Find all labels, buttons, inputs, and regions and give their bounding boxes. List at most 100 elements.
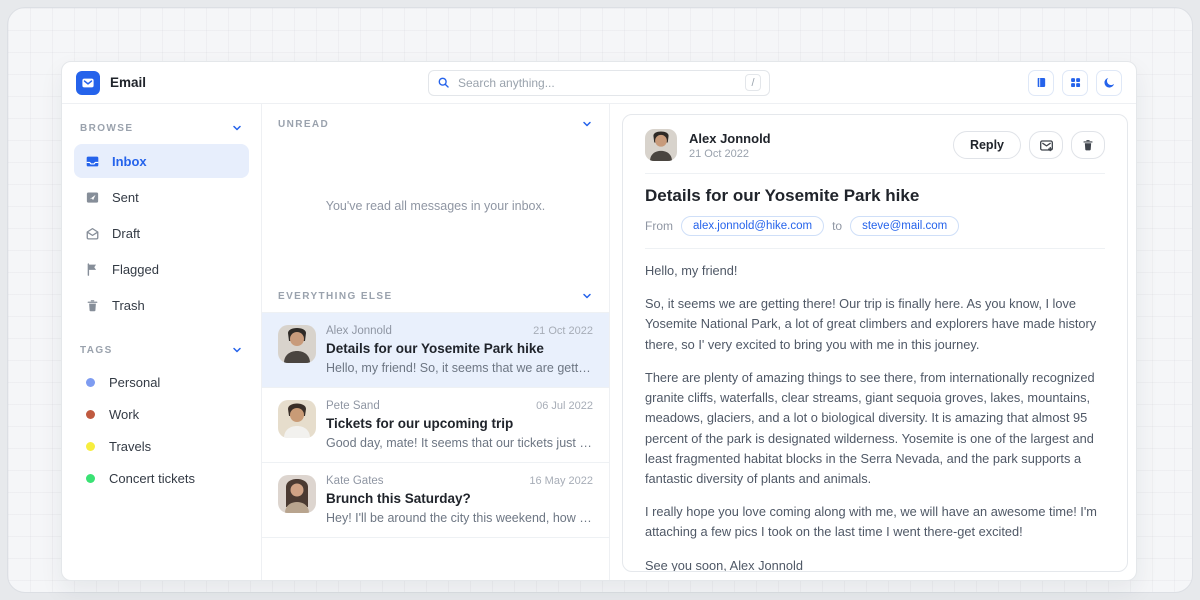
- delete-mail-button[interactable]: [1071, 131, 1105, 159]
- to-email-chip[interactable]: steve@mail.com: [850, 216, 959, 236]
- mail-list-item-alex[interactable]: Alex Jonnold 21 Oct 2022 Details for our…: [262, 312, 609, 387]
- sent-icon: [84, 190, 100, 205]
- browse-collapse-chevron-icon[interactable]: [231, 122, 243, 134]
- unread-collapse-chevron-icon[interactable]: [581, 118, 593, 130]
- message-detail-pane: Alex Jonnold 21 Oct 2022 Reply: [610, 104, 1136, 580]
- forward-mail-button[interactable]: [1029, 131, 1063, 159]
- message-detail-card: Alex Jonnold 21 Oct 2022 Reply: [622, 114, 1128, 572]
- reply-button[interactable]: Reply: [953, 131, 1021, 159]
- top-bar: Email /: [62, 62, 1136, 104]
- tag-item-work[interactable]: Work: [74, 398, 249, 430]
- message-list-column: UNREAD You've read all messages in your …: [262, 104, 610, 580]
- brand: Email: [76, 71, 146, 95]
- detail-date: 21 Oct 2022: [689, 148, 771, 160]
- mail-preview: Hello, my friend! So, it seems that we a…: [326, 361, 593, 375]
- mail-date: 21 Oct 2022: [533, 325, 593, 337]
- mail-list-item-pete[interactable]: Pete Sand 06 Jul 2022 Tickets for our up…: [262, 387, 609, 462]
- envelope-plus-icon: [1039, 138, 1054, 153]
- dark-mode-toggle[interactable]: [1096, 70, 1122, 96]
- message-paragraph: See you soon, Alex Jonnold: [645, 556, 1105, 572]
- app-title: Email: [110, 75, 146, 90]
- desktop-background: Email /: [7, 7, 1193, 593]
- divider: [645, 248, 1105, 249]
- avatar: [278, 400, 316, 438]
- inbox-icon: [84, 154, 100, 169]
- detail-sender-block: Alex Jonnold 21 Oct 2022: [689, 131, 771, 160]
- avatar: [278, 475, 316, 513]
- mail-list-item-kate[interactable]: Kate Gates 16 May 2022 Brunch this Satur…: [262, 462, 609, 537]
- unread-section-label: UNREAD: [278, 119, 329, 130]
- sidebar-item-label: Trash: [112, 298, 145, 313]
- search-shortcut-key: /: [745, 74, 761, 91]
- email-app-window: Email /: [61, 61, 1137, 581]
- search-icon: [437, 76, 450, 89]
- sidebar-item-draft[interactable]: Draft: [74, 216, 249, 250]
- reading-list-icon: [1035, 76, 1048, 89]
- mail-item-body: Kate Gates 16 May 2022 Brunch this Satur…: [326, 475, 593, 525]
- apps-grid-button[interactable]: [1062, 70, 1088, 96]
- mail-subject: Details for our Yosemite Park hike: [326, 341, 593, 356]
- apps-grid-icon: [1069, 76, 1082, 89]
- reading-list-button[interactable]: [1028, 70, 1054, 96]
- sidebar-item-flagged[interactable]: Flagged: [74, 252, 249, 286]
- unread-empty-message: You've read all messages in your inbox.: [326, 199, 545, 213]
- mail-date: 16 May 2022: [529, 475, 593, 487]
- avatar: [278, 325, 316, 363]
- unread-section-header: UNREAD: [262, 104, 609, 140]
- sidebar: BROWSE Inbox Sent: [62, 104, 262, 580]
- draft-icon: [84, 226, 100, 241]
- mail-item-body: Pete Sand 06 Jul 2022 Tickets for our up…: [326, 400, 593, 450]
- message-paragraph: There are plenty of amazing things to se…: [645, 368, 1105, 489]
- sidebar-item-label: Flagged: [112, 262, 159, 277]
- message-body: Hello, my friend! So, it seems we are ge…: [645, 261, 1105, 572]
- search-input[interactable]: [458, 76, 737, 90]
- mail-subject: Brunch this Saturday?: [326, 491, 593, 506]
- unread-empty-state: You've read all messages in your inbox.: [262, 140, 609, 272]
- tags-section-label: TAGS: [80, 345, 113, 356]
- sidebar-item-sent[interactable]: Sent: [74, 180, 249, 214]
- trash-icon: [84, 298, 100, 313]
- message-paragraph: I really hope you love coming along with…: [645, 502, 1105, 542]
- mail-preview: Good day, mate! It seems that our ticket…: [326, 436, 593, 450]
- tag-item-concert-tickets[interactable]: Concert tickets: [74, 462, 249, 494]
- sidebar-item-inbox[interactable]: Inbox: [74, 144, 249, 178]
- main-content: BROWSE Inbox Sent: [62, 104, 1136, 580]
- mail-subject: Tickets for our upcoming trip: [326, 416, 593, 431]
- detail-sender-name: Alex Jonnold: [689, 131, 771, 146]
- everything-else-collapse-chevron-icon[interactable]: [581, 290, 593, 302]
- message-paragraph: So, it seems we are getting there! Our t…: [645, 294, 1105, 355]
- tag-color-dot: [86, 410, 95, 419]
- sidebar-item-label: Draft: [112, 226, 140, 241]
- everything-else-section-header: EVERYTHING ELSE: [262, 272, 609, 312]
- dark-mode-moon-icon: [1103, 76, 1116, 89]
- tag-color-dot: [86, 442, 95, 451]
- from-email-chip[interactable]: alex.jonnold@hike.com: [681, 216, 824, 236]
- detail-header: Alex Jonnold 21 Oct 2022 Reply: [645, 129, 1105, 161]
- search-bar[interactable]: /: [428, 70, 770, 96]
- trash-icon: [1081, 138, 1095, 152]
- tag-item-personal[interactable]: Personal: [74, 366, 249, 398]
- mail-sender: Pete Sand: [326, 400, 380, 412]
- mail-date: 06 Jul 2022: [536, 400, 593, 412]
- tag-color-dot: [86, 474, 95, 483]
- tag-color-dot: [86, 378, 95, 387]
- browse-section-header: BROWSE: [74, 114, 249, 144]
- from-to-row: From alex.jonnold@hike.com to steve@mail…: [645, 216, 1105, 236]
- to-label: to: [832, 219, 842, 233]
- topbar-actions: [1028, 70, 1122, 96]
- mail-sender: Kate Gates: [326, 475, 384, 487]
- flag-icon: [84, 262, 100, 277]
- email-app-logo-icon: [76, 71, 100, 95]
- sidebar-item-trash[interactable]: Trash: [74, 288, 249, 322]
- avatar: [645, 129, 677, 161]
- tags-collapse-chevron-icon[interactable]: [231, 344, 243, 356]
- tags-section-header: TAGS: [74, 336, 249, 366]
- sidebar-item-label: Sent: [112, 190, 139, 205]
- divider: [645, 173, 1105, 174]
- browse-section-label: BROWSE: [80, 123, 133, 134]
- message-paragraph: Hello, my friend!: [645, 261, 1105, 281]
- tag-item-travels[interactable]: Travels: [74, 430, 249, 462]
- detail-actions: Reply: [953, 131, 1105, 159]
- from-label: From: [645, 219, 673, 233]
- everything-else-section-label: EVERYTHING ELSE: [278, 291, 393, 302]
